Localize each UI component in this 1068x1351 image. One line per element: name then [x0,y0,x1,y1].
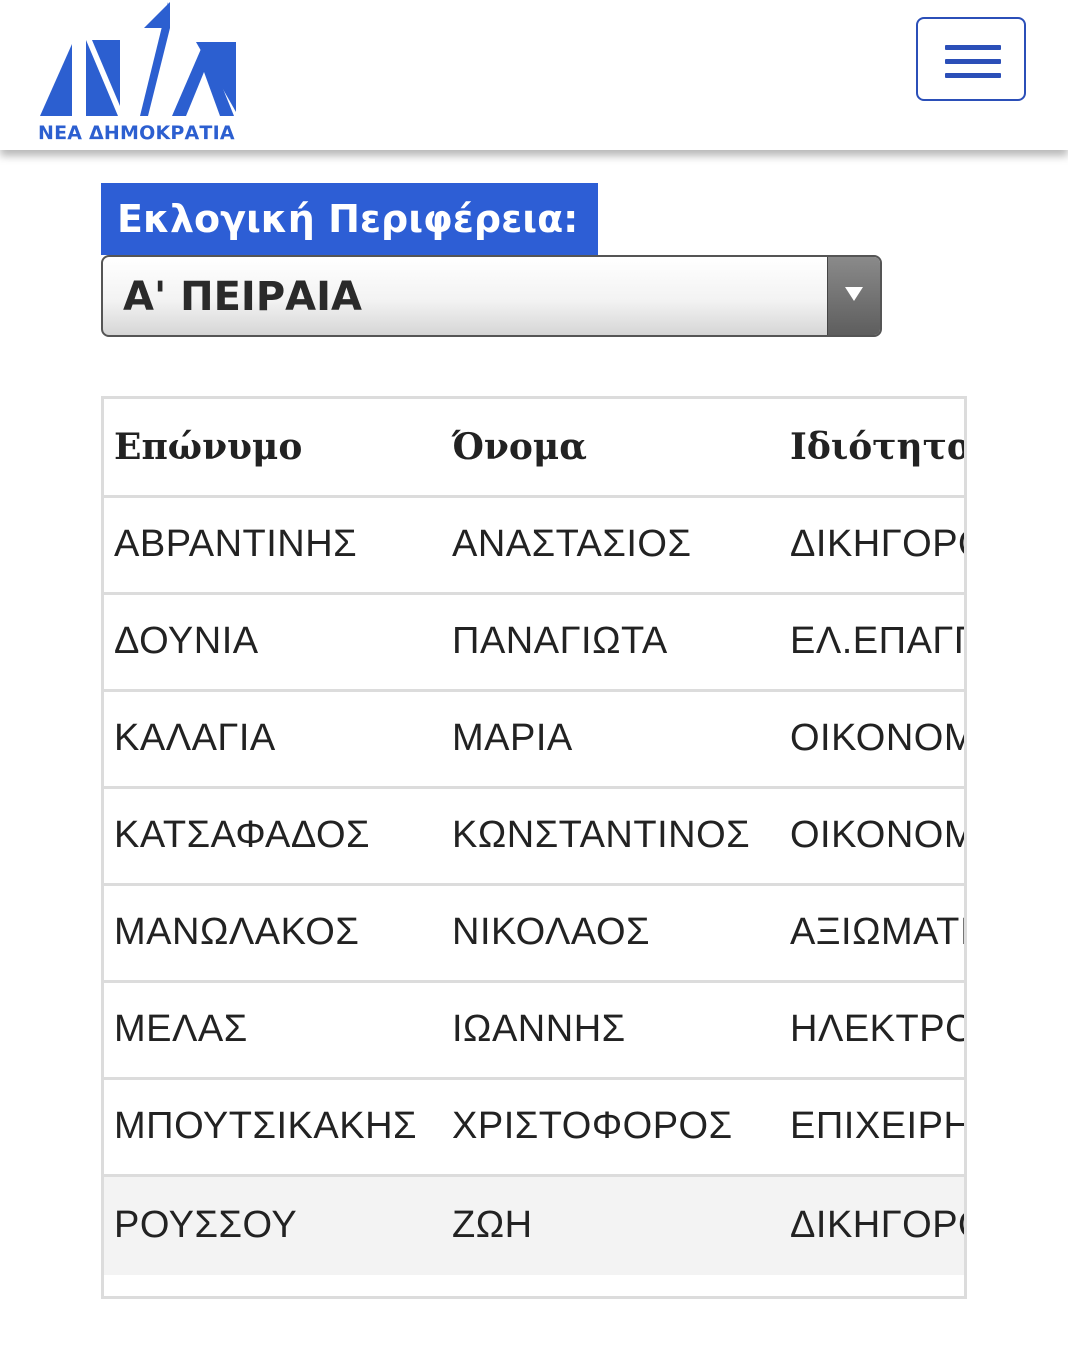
hamburger-menu-button[interactable] [916,17,1026,101]
hamburger-menu-icon [945,45,1001,50]
table-row: ΡΟΥΣΣΟΥ ΖΩΗ ΔΙΚΗΓΟΡΟ [104,1175,964,1275]
hamburger-menu-icon-bar [945,59,1001,64]
site-header: ΝΕΑ ΔΗΜΟΚΡΑΤΙΑ [0,0,1068,150]
table-row: ΚΑΛΑΓΙΑ ΜΑΡΙΑ ΟΙΚΟΝΟΜ [104,690,964,789]
cell-name: ΧΡΙΣΤΟΦΟΡΟΣ [442,1078,780,1177]
column-header-name: Όνομα [442,399,780,498]
region-select-value: Α' ΠΕΙΡΑΙΑ [123,274,362,320]
candidates-table-container[interactable]: Επώνυμο Όνομα Ιδιότητα ΑΒΡΑΝΤΙΝΗΣ ΑΝΑΣΤΑ… [101,396,967,1299]
cell-name: ΖΩΗ [442,1175,780,1275]
cell-surname: ΡΟΥΣΣΟΥ [104,1175,442,1275]
cell-profession: ΑΞΙΩΜΑΤΙ [780,884,964,983]
table-row: ΜΠΟΥΤΣΙΚΑΚΗΣ ΧΡΙΣΤΟΦΟΡΟΣ ΕΠΙΧΕΙΡΗΜ [104,1078,964,1177]
cell-surname: ΚΑΛΑΓΙΑ [104,690,442,789]
table-row: ΚΑΤΣΑΦΑΔΟΣ ΚΩΝΣΤΑΝΤΙΝΟΣ ΟΙΚΟΝΟΜ [104,787,964,886]
table-row: ΜΕΛΑΣ ΙΩΑΝΝΗΣ ΗΛΕΚΤΡΟ [104,981,964,1080]
cell-name: ΑΝΑΣΤΑΣΙΟΣ [442,496,780,595]
nd-logo[interactable]: ΝΕΑ ΔΗΜΟΚΡΑΤΙΑ [36,2,248,148]
cell-profession: ΟΙΚΟΝΟΜ [780,787,964,886]
column-header-profession: Ιδιότητα [780,399,964,498]
table-header-row: Επώνυμο Όνομα Ιδιότητα [104,399,964,498]
region-select[interactable]: Α' ΠΕΙΡΑΙΑ [101,255,882,337]
table-row: ΑΒΡΑΝΤΙΝΗΣ ΑΝΑΣΤΑΣΙΟΣ ΔΙΚΗΓΟΡΟ [104,496,964,595]
table-row: ΜΑΝΩΛΑΚΟΣ ΝΙΚΟΛΑΟΣ ΑΞΙΩΜΑΤΙ [104,884,964,983]
cell-profession: ΔΙΚΗΓΟΡΟ [780,496,964,595]
column-header-surname: Επώνυμο [104,399,442,498]
cell-name: ΜΑΡΙΑ [442,690,780,789]
region-label: Εκλογική Περιφέρεια: [101,183,598,255]
cell-surname: ΚΑΤΣΑΦΑΔΟΣ [104,787,442,886]
cell-name: ΝΙΚΟΛΑΟΣ [442,884,780,983]
cell-profession: ΕΛ.ΕΠΑΓΓ [780,593,964,692]
region-select-toggle[interactable] [827,257,880,335]
candidates-table: Επώνυμο Όνομα Ιδιότητα ΑΒΡΑΝΤΙΝΗΣ ΑΝΑΣΤΑ… [104,399,964,1275]
cell-name: ΚΩΝΣΤΑΝΤΙΝΟΣ [442,787,780,886]
cell-surname: ΔΟΥΝΙΑ [104,593,442,692]
chevron-down-icon [845,287,863,301]
cell-profession: ΗΛΕΚΤΡΟ [780,981,964,1080]
logo-text: ΝΕΑ ΔΗΜΟΚΡΑΤΙΑ [38,122,235,144]
cell-profession: ΔΙΚΗΓΟΡΟ [780,1175,964,1275]
cell-name: ΠΑΝΑΓΙΩΤΑ [442,593,780,692]
cell-profession: ΕΠΙΧΕΙΡΗΜ [780,1078,964,1177]
cell-surname: ΜΑΝΩΛΑΚΟΣ [104,884,442,983]
cell-name: ΙΩΑΝΝΗΣ [442,981,780,1080]
cell-profession: ΟΙΚΟΝΟΜ [780,690,964,789]
hamburger-menu-icon-bar [945,73,1001,78]
cell-surname: ΑΒΡΑΝΤΙΝΗΣ [104,496,442,595]
cell-surname: ΜΠΟΥΤΣΙΚΑΚΗΣ [104,1078,442,1177]
cell-surname: ΜΕΛΑΣ [104,981,442,1080]
nd-logo-icon [40,2,236,116]
table-row: ΔΟΥΝΙΑ ΠΑΝΑΓΙΩΤΑ ΕΛ.ΕΠΑΓΓ [104,593,964,692]
